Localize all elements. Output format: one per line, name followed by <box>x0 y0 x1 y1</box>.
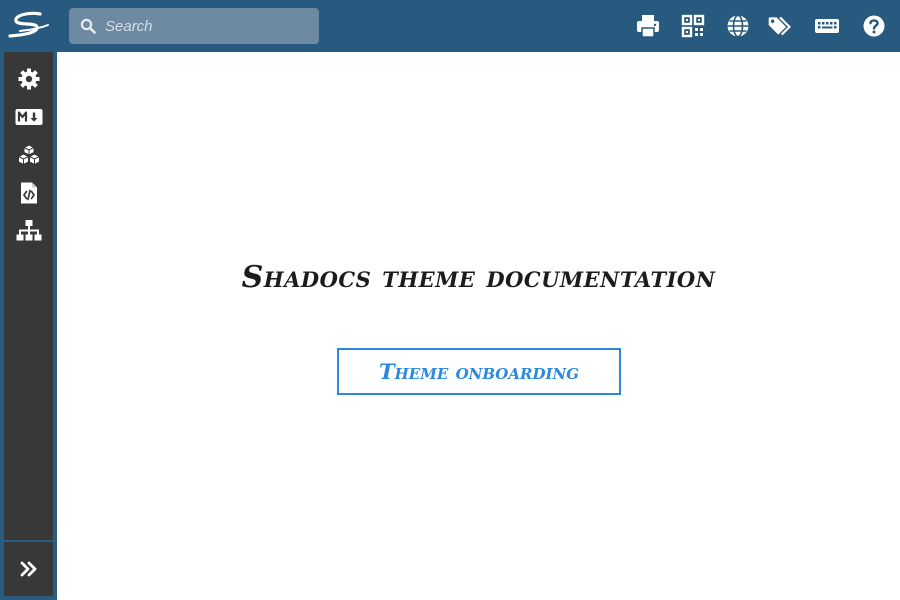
gear-icon <box>18 68 39 90</box>
top-bar <box>0 0 900 52</box>
qrcode-icon[interactable] <box>680 13 706 39</box>
sidebar-expand-button[interactable] <box>4 542 53 596</box>
print-icon[interactable] <box>635 13 661 39</box>
globe-icon[interactable] <box>725 13 751 39</box>
sidebar-item-components[interactable] <box>4 136 53 174</box>
search-icon <box>80 18 96 34</box>
markdown-icon <box>15 109 42 125</box>
angle-double-right-icon <box>20 561 36 577</box>
page-title: Shadocs theme documentation <box>241 260 716 295</box>
file-code-icon <box>20 182 37 204</box>
sidebar-item-code-file[interactable] <box>4 174 53 212</box>
sitemap-icon <box>16 220 41 241</box>
main-content: Shadocs theme documentation Theme onboar… <box>57 52 900 600</box>
keyboard-icon[interactable] <box>814 13 840 39</box>
search-input[interactable] <box>103 8 315 44</box>
cubes-icon <box>17 144 40 166</box>
tags-icon[interactable] <box>767 13 793 39</box>
search-box[interactable] <box>69 8 319 44</box>
sidebar <box>4 52 53 540</box>
sidebar-item-settings[interactable] <box>4 60 53 98</box>
question-circle-icon[interactable] <box>861 13 887 39</box>
theme-onboarding-button[interactable]: Theme onboarding <box>337 348 621 395</box>
sidebar-item-markdown[interactable] <box>4 98 53 136</box>
shadocs-logo-icon[interactable] <box>6 9 50 43</box>
sidebar-item-sitemap[interactable] <box>4 212 53 250</box>
